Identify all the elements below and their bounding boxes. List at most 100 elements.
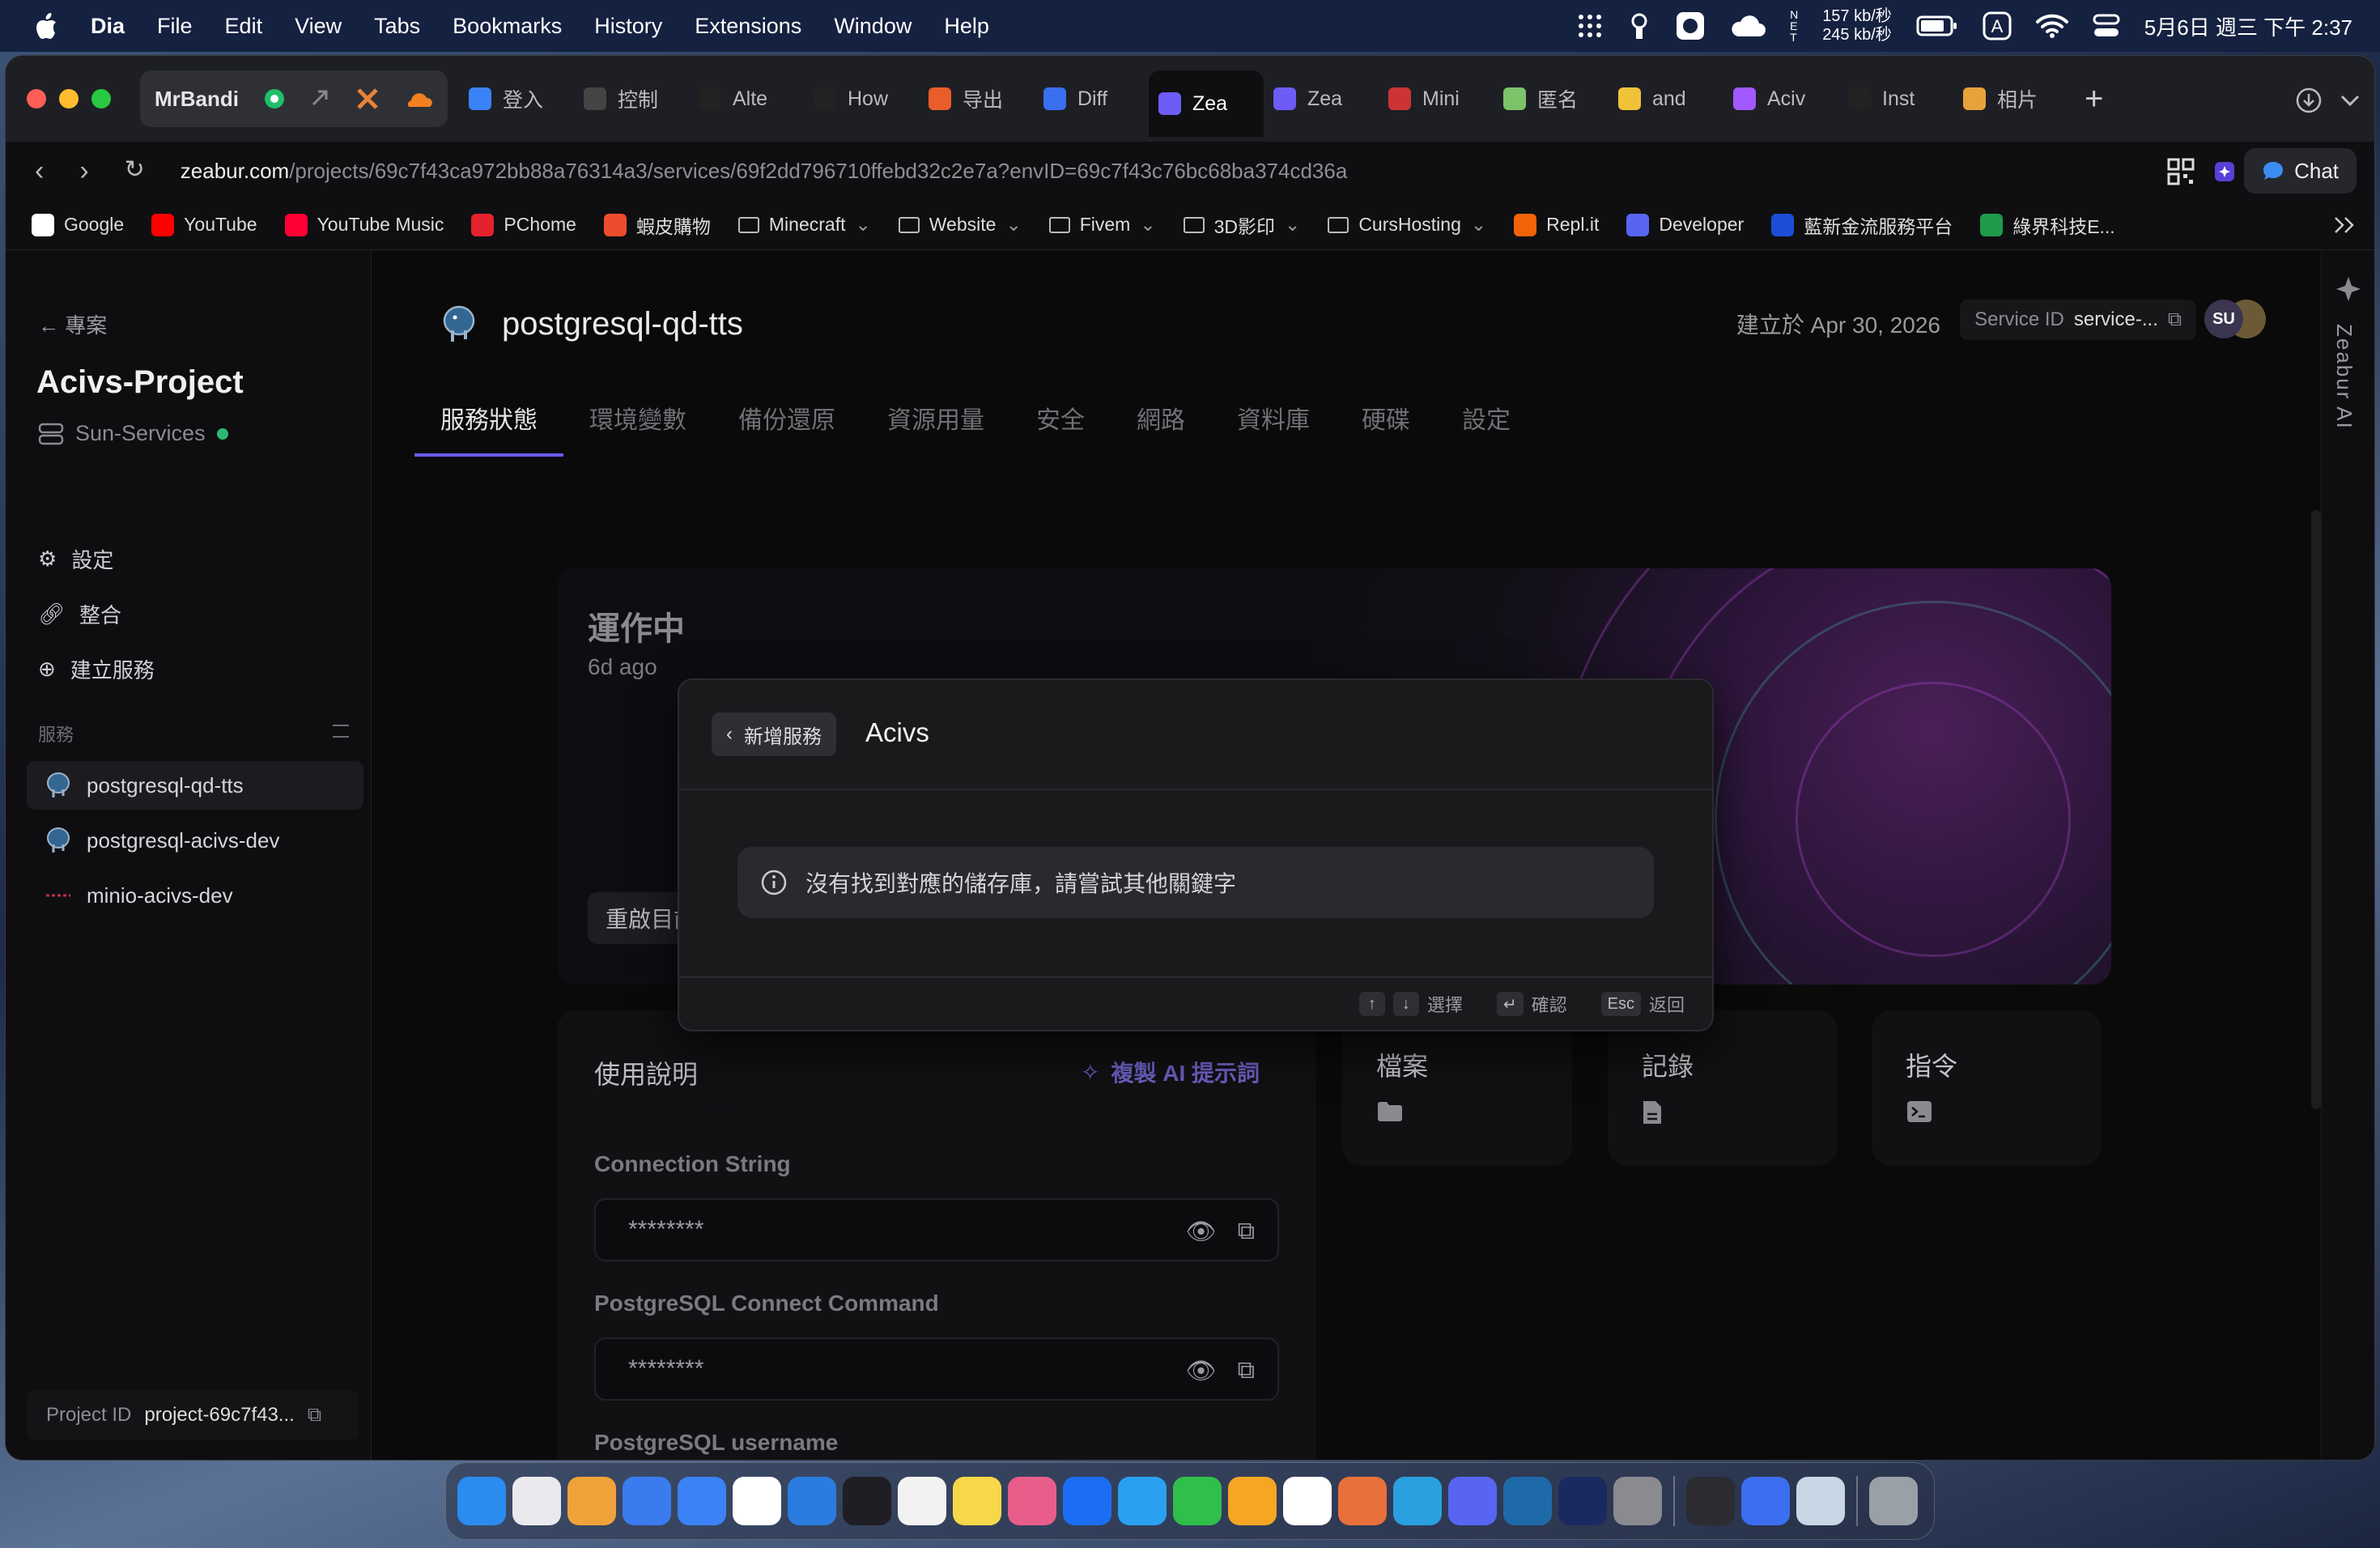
project-name[interactable]: Acivs-Project — [36, 364, 244, 401]
extension-sparkle-icon[interactable] — [2212, 159, 2237, 184]
menu-view[interactable]: View — [295, 14, 342, 39]
dock-app-icon[interactable] — [1613, 1477, 1662, 1525]
avatar[interactable]: SU — [2204, 300, 2243, 338]
environment-selector[interactable]: Sun-Services — [38, 421, 228, 446]
sidebar-link-settings[interactable]: ⚙ 設定 — [38, 544, 113, 574]
bookmark-item[interactable]: 藍新金流服務平台 — [1771, 211, 1953, 239]
dock-app-icon[interactable] — [1796, 1477, 1845, 1525]
back-to-projects[interactable]: ← 專案 — [38, 309, 107, 339]
bookmark-item[interactable]: Minecraft ⌄ — [737, 214, 871, 236]
sidebar-service-postgresql-qd-tts[interactable]: postgresql-qd-tts — [27, 761, 363, 810]
dock-app-icon[interactable] — [1741, 1477, 1790, 1525]
menu-tabs[interactable]: Tabs — [374, 14, 420, 39]
browser-tab[interactable]: Alte — [689, 70, 804, 127]
close-window-button[interactable] — [27, 89, 46, 108]
dock-app-icon[interactable] — [1503, 1477, 1552, 1525]
service-tab[interactable]: 網路 — [1111, 389, 1211, 457]
dock-app-icon[interactable] — [898, 1477, 946, 1525]
service-tab[interactable]: 服務狀態 — [414, 389, 563, 457]
service-tab[interactable]: 資源用量 — [861, 389, 1010, 457]
browser-tab[interactable]: 相片 — [1953, 70, 2068, 127]
dock-app-icon[interactable] — [1283, 1477, 1332, 1525]
pinned-arrow-icon[interactable] — [310, 88, 331, 109]
grid-dots-icon[interactable] — [1576, 12, 1604, 40]
browser-tab[interactable]: Diff — [1034, 70, 1149, 127]
eye-icon[interactable]: 👁︎ — [1185, 1218, 1216, 1246]
eye-icon[interactable]: 👁︎ — [1185, 1357, 1216, 1385]
bookmark-item[interactable]: 3D影印 ⌄ — [1183, 211, 1300, 239]
bookmark-item[interactable]: 蝦皮購物 — [603, 211, 711, 239]
copy-icon[interactable]: ⧉ — [1238, 1357, 1255, 1385]
bookmark-item[interactable]: Repl.it — [1514, 213, 1599, 236]
scrollbar[interactable] — [2311, 510, 2321, 1109]
menu-file[interactable]: File — [157, 14, 193, 39]
dock-app-icon[interactable] — [1008, 1477, 1056, 1525]
battery-icon[interactable] — [1916, 15, 1958, 37]
control-center-icon[interactable] — [2093, 12, 2120, 40]
service-tab[interactable]: 備份還原 — [712, 389, 861, 457]
bookmark-item[interactable]: Website ⌄ — [898, 214, 1022, 236]
connection-string-field[interactable]: ******** 👁︎ ⧉ — [594, 1198, 1279, 1261]
pinned-tabs[interactable]: MrBandi — [140, 70, 448, 127]
copy-icon[interactable]: ⧉ — [2168, 308, 2182, 331]
dock-app-icon[interactable] — [512, 1477, 561, 1525]
bookmark-item[interactable]: Fivem ⌄ — [1048, 214, 1156, 236]
pinned-x-icon[interactable] — [355, 87, 380, 111]
wifi-icon[interactable] — [2035, 14, 2068, 38]
reload-icon[interactable]: ↻ — [125, 155, 145, 187]
browser-tab[interactable]: Zea — [1149, 70, 1264, 137]
dock-app-icon[interactable] — [1558, 1477, 1607, 1525]
browser-tab[interactable]: Inst — [1838, 70, 1953, 127]
copy-icon[interactable]: ⧉ — [308, 1404, 321, 1427]
sidebar-link-integrations[interactable]: 🔗︎ 整合 — [38, 599, 121, 629]
back-arrow-icon[interactable]: ‹ — [35, 155, 44, 187]
dock-app-icon[interactable] — [733, 1477, 781, 1525]
services-menu-icon[interactable] — [333, 725, 349, 738]
browser-tab[interactable]: 控制 — [574, 70, 689, 127]
bookmark-item[interactable]: 綠界科技E... — [1980, 211, 2115, 239]
dock-app-icon[interactable] — [678, 1477, 726, 1525]
qr-code-icon[interactable] — [2167, 158, 2195, 185]
forward-arrow-icon[interactable]: › — [79, 155, 88, 187]
dock-app-icon[interactable] — [788, 1477, 836, 1525]
menu-edit[interactable]: Edit — [225, 14, 263, 39]
input-source-icon[interactable]: A — [1983, 11, 2012, 40]
bookmark-item[interactable]: YouTube — [151, 213, 257, 236]
menu-help[interactable]: Help — [944, 14, 989, 39]
service-tab[interactable]: 環境變數 — [563, 389, 712, 457]
pinned-tab-label[interactable]: MrBandi — [155, 87, 239, 112]
copy-ai-prompt-button[interactable]: ✧ 複製 AI 提示詞 — [1081, 1056, 1260, 1088]
url-field[interactable]: zeabur.com/projects/69c7f43ca972bb88a763… — [181, 159, 1348, 184]
service-tab[interactable]: 設定 — [1436, 389, 1536, 457]
dock-app-icon[interactable] — [623, 1477, 671, 1525]
search-input[interactable]: Acivs — [865, 717, 929, 748]
browser-tab[interactable]: Mini — [1379, 70, 1494, 127]
bookmark-item[interactable]: Google — [32, 213, 124, 236]
dock-app-icon[interactable] — [1063, 1477, 1111, 1525]
dock-app-icon[interactable] — [1228, 1477, 1277, 1525]
apple-icon[interactable] — [32, 12, 60, 40]
dock-app-icon[interactable] — [1448, 1477, 1497, 1525]
dock-app-icon[interactable] — [567, 1477, 616, 1525]
chat-button[interactable]: Chat — [2244, 148, 2357, 194]
menu-extensions[interactable]: Extensions — [695, 14, 801, 39]
chevron-down-icon[interactable] — [2339, 90, 2361, 109]
bookmark-item[interactable]: YouTube Music — [284, 213, 444, 236]
bookmark-item[interactable]: Developer — [1626, 213, 1744, 236]
zoom-window-button[interactable] — [91, 89, 111, 108]
extension-icon[interactable] — [1628, 11, 1651, 40]
service-tab[interactable]: 硬碟 — [1336, 389, 1436, 457]
pinned-cloudflare-icon[interactable] — [404, 89, 433, 108]
bookmark-item[interactable]: CursHosting ⌄ — [1328, 214, 1486, 236]
modal-back-button[interactable]: ‹ 新增服務 — [712, 712, 836, 756]
dock-app-icon[interactable] — [1118, 1477, 1167, 1525]
new-tab-button[interactable]: + — [2085, 81, 2103, 117]
menu-history[interactable]: History — [594, 14, 662, 39]
dock-app-icon[interactable] — [953, 1477, 1001, 1525]
bookmarks-overflow-icon[interactable] — [2332, 215, 2357, 236]
cloud-icon[interactable] — [1730, 14, 1766, 38]
datetime[interactable]: 5月6日 週三 下午 2:37 — [2144, 11, 2352, 41]
service-tab[interactable]: 安全 — [1010, 389, 1111, 457]
browser-tab[interactable]: Zea — [1264, 70, 1379, 127]
sidebar-service-postgresql-acivs-dev[interactable]: postgresql-acivs-dev — [27, 816, 363, 865]
